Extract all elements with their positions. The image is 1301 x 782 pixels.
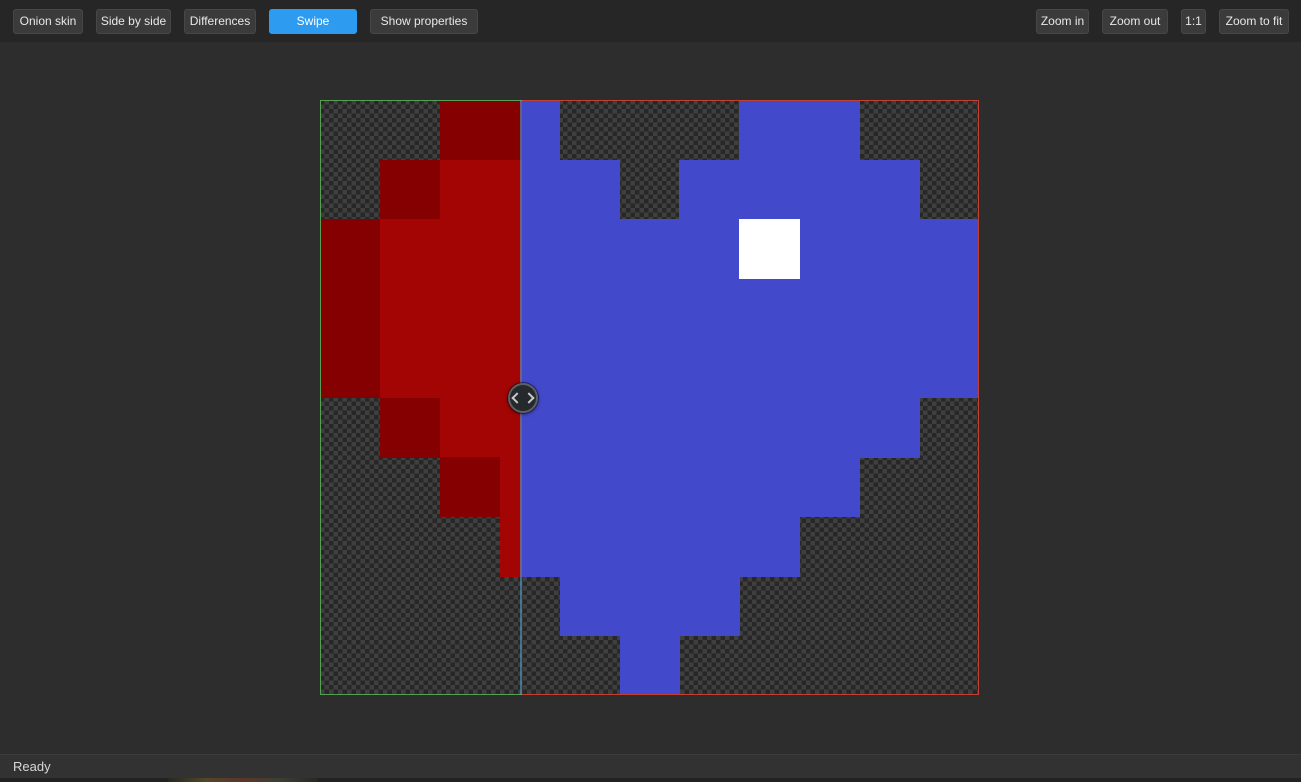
new-image-pixel bbox=[679, 517, 740, 577]
viewer-canvas bbox=[0, 42, 1301, 754]
new-image-pixel bbox=[679, 457, 740, 517]
new-image-pixel bbox=[620, 576, 681, 636]
new-image-pixel bbox=[560, 279, 621, 339]
image-area bbox=[320, 100, 979, 695]
new-image-pixel bbox=[679, 279, 740, 339]
old-image-pixel bbox=[320, 338, 381, 398]
zoom-1-1-button[interactable]: 1:1 bbox=[1181, 9, 1206, 34]
old-image-pixel bbox=[440, 279, 501, 339]
new-image-pixel bbox=[919, 279, 979, 339]
new-image-pixel bbox=[739, 398, 800, 458]
chevron-right-icon bbox=[523, 392, 534, 403]
old-image-pixel bbox=[380, 279, 441, 339]
status-text: Ready bbox=[13, 759, 51, 774]
old-image-pixel bbox=[320, 279, 381, 339]
new-image-pixel bbox=[739, 160, 800, 220]
new-image-pixel bbox=[522, 219, 560, 279]
new-image-pixel bbox=[859, 338, 920, 398]
old-image-pixel bbox=[320, 219, 381, 279]
new-image-pixel bbox=[679, 398, 740, 458]
new-image-pixel bbox=[620, 398, 681, 458]
new-image-pixel bbox=[799, 100, 860, 160]
chevron-left-icon bbox=[511, 392, 522, 403]
new-image-pixel bbox=[739, 338, 800, 398]
new-image-pixel bbox=[522, 517, 560, 577]
new-image-pixel bbox=[859, 398, 920, 458]
new-image-pixel bbox=[859, 219, 920, 279]
new-image-pixel bbox=[679, 338, 740, 398]
new-image-pixel bbox=[679, 160, 740, 220]
changed-pixel bbox=[739, 219, 800, 279]
old-image-pixel bbox=[440, 219, 501, 279]
zoom-to-fit-button[interactable]: Zoom to fit bbox=[1219, 9, 1289, 34]
new-image-pixel bbox=[739, 457, 800, 517]
new-image-pixel bbox=[799, 398, 860, 458]
new-image-pixel bbox=[620, 636, 681, 696]
old-image-pixel bbox=[440, 457, 501, 517]
new-image-pixel bbox=[739, 517, 800, 577]
zoom-in-button[interactable]: Zoom in bbox=[1036, 9, 1089, 34]
new-image-pixel bbox=[560, 457, 621, 517]
new-image-pixel bbox=[859, 279, 920, 339]
status-bar: Ready bbox=[0, 754, 1301, 778]
new-image-pixel bbox=[679, 219, 740, 279]
new-image-pixel bbox=[919, 219, 979, 279]
old-image-pixel bbox=[440, 398, 501, 458]
zoom-out-button[interactable]: Zoom out bbox=[1102, 9, 1168, 34]
differences-button[interactable]: Differences bbox=[184, 9, 256, 34]
new-image-pixel bbox=[620, 457, 681, 517]
new-image-pixel bbox=[739, 100, 800, 160]
old-image-pixel bbox=[440, 100, 501, 160]
new-image-pixel bbox=[799, 219, 860, 279]
new-image-pixel bbox=[799, 160, 860, 220]
new-image-pixel bbox=[799, 457, 860, 517]
old-image-pixel bbox=[440, 160, 501, 220]
bottom-edge bbox=[0, 778, 1301, 782]
old-image-pixel bbox=[380, 338, 441, 398]
new-image-pixel bbox=[620, 338, 681, 398]
new-image-pixel bbox=[522, 160, 560, 220]
new-image-pixel bbox=[620, 219, 681, 279]
zoom-buttons: Zoom in Zoom out 1:1 Zoom to fit bbox=[1036, 9, 1289, 34]
side-by-side-button[interactable]: Side by side bbox=[96, 9, 171, 34]
swipe-button[interactable]: Swipe bbox=[269, 9, 357, 34]
old-image-pixel bbox=[380, 398, 441, 458]
old-image-pixel bbox=[380, 219, 441, 279]
new-image-pixel bbox=[919, 338, 979, 398]
new-image-pixel bbox=[560, 219, 621, 279]
background-window-sliver bbox=[168, 778, 318, 782]
swipe-handle[interactable] bbox=[508, 383, 538, 413]
new-image-pixel bbox=[560, 160, 621, 220]
new-image-pixel bbox=[859, 160, 920, 220]
new-image-pixel bbox=[560, 398, 621, 458]
new-image-pixel bbox=[799, 279, 860, 339]
new-image-pixel bbox=[620, 517, 681, 577]
view-mode-buttons: Onion skin Side by side Differences Swip… bbox=[13, 9, 478, 34]
new-image-pixel bbox=[522, 279, 560, 339]
show-properties-button[interactable]: Show properties bbox=[370, 9, 478, 34]
new-image-pixel bbox=[679, 576, 740, 636]
new-image-pixel bbox=[560, 338, 621, 398]
new-image-layer bbox=[522, 100, 979, 695]
new-image-pixel bbox=[522, 100, 560, 160]
new-image-pixel bbox=[739, 279, 800, 339]
new-image-pixel bbox=[620, 279, 681, 339]
onion-skin-button[interactable]: Onion skin bbox=[13, 9, 83, 34]
old-image-pixel bbox=[380, 160, 441, 220]
toolbar: Onion skin Side by side Differences Swip… bbox=[0, 0, 1301, 42]
new-image-pixel bbox=[560, 517, 621, 577]
new-image-pixel bbox=[560, 576, 621, 636]
old-image-pixel bbox=[440, 338, 501, 398]
new-image-pixel bbox=[799, 338, 860, 398]
old-image-layer bbox=[320, 100, 522, 695]
new-image-pixel bbox=[522, 457, 560, 517]
